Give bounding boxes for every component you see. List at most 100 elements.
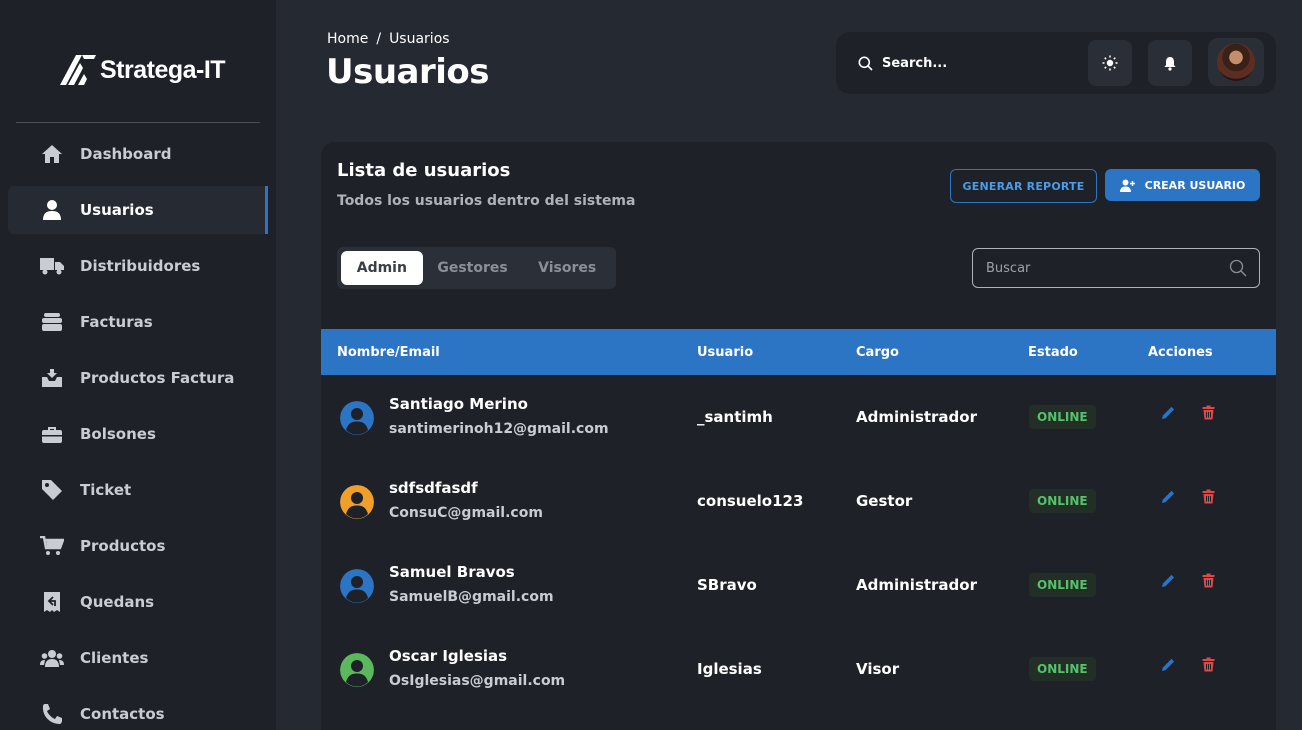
- role-tabs: Admin Gestores Visores: [337, 247, 616, 289]
- sidebar-item-quedans[interactable]: Quedans: [8, 578, 268, 626]
- user-avatar-icon: [340, 401, 374, 435]
- edit-button[interactable]: [1159, 655, 1177, 673]
- sidebar-item-label: Clientes: [80, 649, 149, 667]
- brand-logo[interactable]: Stratega-IT: [60, 52, 226, 88]
- tab-admin[interactable]: Admin: [341, 251, 423, 285]
- user-role: Gestor: [856, 492, 913, 510]
- pencil-icon: [1161, 658, 1174, 671]
- users-icon: [40, 646, 64, 670]
- sidebar-item-label: Productos Factura: [80, 369, 235, 387]
- tab-gestores[interactable]: Gestores: [423, 251, 523, 285]
- user-email: santimerinoh12@gmail.com: [389, 421, 609, 437]
- receipt-icon: [40, 590, 64, 614]
- generate-report-button[interactable]: GENERAR REPORTE: [950, 169, 1097, 203]
- trash-icon: [1202, 657, 1214, 671]
- edit-button[interactable]: [1159, 571, 1177, 589]
- sidebar-nav: Dashboard Usuarios Distribuidores Factur…: [8, 130, 268, 730]
- breadcrumb-separator: /: [376, 31, 382, 47]
- column-header-acciones: Acciones: [1148, 344, 1213, 360]
- create-user-button[interactable]: CREAR USUARIO: [1105, 169, 1260, 201]
- user-name: Santiago Merino: [389, 395, 528, 413]
- notifications-button[interactable]: [1148, 40, 1192, 86]
- table-row: Samuel Bravos SamuelB@gmail.com SBravo A…: [321, 543, 1276, 627]
- sidebar-item-distribuidores[interactable]: Distribuidores: [8, 242, 268, 290]
- delete-button[interactable]: [1199, 571, 1217, 589]
- sidebar-item-productos[interactable]: Productos: [8, 522, 268, 570]
- user-name: Oscar Iglesias: [389, 647, 508, 665]
- status-badge: ONLINE: [1029, 489, 1096, 513]
- sidebar-item-facturas[interactable]: Facturas: [8, 298, 268, 346]
- user-username: Iglesias: [697, 660, 762, 678]
- home-icon: [40, 142, 64, 166]
- user-role: Visor: [856, 660, 900, 678]
- user-search-placeholder: Buscar: [986, 260, 1031, 276]
- sidebar-item-label: Dashboard: [80, 145, 172, 163]
- sidebar: Stratega-IT Dashboard Usuarios Distribui…: [0, 0, 276, 730]
- avatar: [1217, 43, 1255, 81]
- user-avatar-icon: [340, 485, 374, 519]
- sidebar-item-label: Facturas: [80, 313, 153, 331]
- sidebar-item-label: Usuarios: [80, 201, 154, 219]
- user-username: SBravo: [697, 576, 757, 594]
- table-row: Santiago Merino santimerinoh12@gmail.com…: [321, 375, 1276, 459]
- stack-icon: [40, 310, 64, 334]
- column-header-estado[interactable]: Estado: [1028, 329, 1078, 375]
- bell-icon: [1164, 56, 1176, 71]
- trash-icon: [1202, 573, 1214, 587]
- tag-icon: [40, 478, 64, 502]
- sidebar-item-usuarios[interactable]: Usuarios: [8, 186, 268, 234]
- status-badge: ONLINE: [1029, 405, 1096, 429]
- trash-icon: [1202, 489, 1214, 503]
- briefcase-icon: [40, 422, 64, 446]
- status-badge: ONLINE: [1029, 573, 1096, 597]
- sidebar-item-ticket[interactable]: Ticket: [8, 466, 268, 514]
- breadcrumb-current: Usuarios: [389, 31, 450, 47]
- column-header-cargo[interactable]: Cargo: [856, 329, 899, 375]
- sidebar-item-clientes[interactable]: Clientes: [8, 634, 268, 682]
- edit-button[interactable]: [1159, 403, 1177, 421]
- global-search[interactable]: Search...: [858, 32, 947, 94]
- user-email: OsIglesias@gmail.com: [389, 673, 566, 689]
- user-search-input[interactable]: Buscar: [972, 248, 1260, 288]
- users-card: Lista de usuarios Todos los usuarios den…: [321, 142, 1276, 730]
- user-role: Administrador: [856, 408, 977, 426]
- user-avatar-icon: [340, 653, 374, 687]
- user-avatar-icon: [340, 569, 374, 603]
- sidebar-item-label: Bolsones: [80, 425, 156, 443]
- pencil-icon: [1161, 406, 1174, 419]
- sidebar-divider: [16, 122, 260, 123]
- column-header-usuario[interactable]: Usuario: [697, 329, 753, 375]
- sidebar-item-label: Contactos: [80, 705, 165, 723]
- sidebar-item-dashboard[interactable]: Dashboard: [8, 130, 268, 178]
- tab-visores[interactable]: Visores: [522, 251, 612, 285]
- phone-icon: [40, 702, 64, 726]
- sidebar-item-bolsones[interactable]: Bolsones: [8, 410, 268, 458]
- user-icon: [40, 198, 64, 222]
- sidebar-item-productos-factura[interactable]: Productos Factura: [8, 354, 268, 402]
- table-row: Oscar Iglesias OsIglesias@gmail.com Igle…: [321, 627, 1276, 711]
- top-toolbar: Search...: [836, 32, 1276, 94]
- truck-icon: [40, 254, 64, 278]
- sun-icon: [1102, 55, 1118, 71]
- column-header-nombre[interactable]: Nombre/Email: [337, 329, 440, 375]
- delete-button[interactable]: [1199, 487, 1217, 505]
- inbox-download-icon: [40, 366, 64, 390]
- add-user-icon: [1119, 179, 1135, 192]
- user-username: _santimh: [697, 408, 773, 426]
- create-user-label: CREAR USUARIO: [1144, 178, 1246, 192]
- breadcrumb-home-link[interactable]: Home: [327, 31, 368, 47]
- pencil-icon: [1161, 490, 1174, 503]
- pencil-icon: [1161, 574, 1174, 587]
- theme-toggle-button[interactable]: [1088, 40, 1132, 86]
- cart-icon: [40, 534, 64, 558]
- global-search-placeholder: Search...: [882, 55, 948, 71]
- sidebar-item-label: Distribuidores: [80, 257, 201, 275]
- breadcrumb: Home / Usuarios: [327, 31, 450, 47]
- edit-button[interactable]: [1159, 487, 1177, 505]
- sidebar-item-label: Ticket: [80, 481, 132, 499]
- user-name: Samuel Bravos: [389, 563, 515, 581]
- delete-button[interactable]: [1199, 655, 1217, 673]
- profile-button[interactable]: [1208, 38, 1264, 86]
- delete-button[interactable]: [1199, 403, 1217, 421]
- sidebar-item-contactos[interactable]: Contactos: [8, 690, 268, 730]
